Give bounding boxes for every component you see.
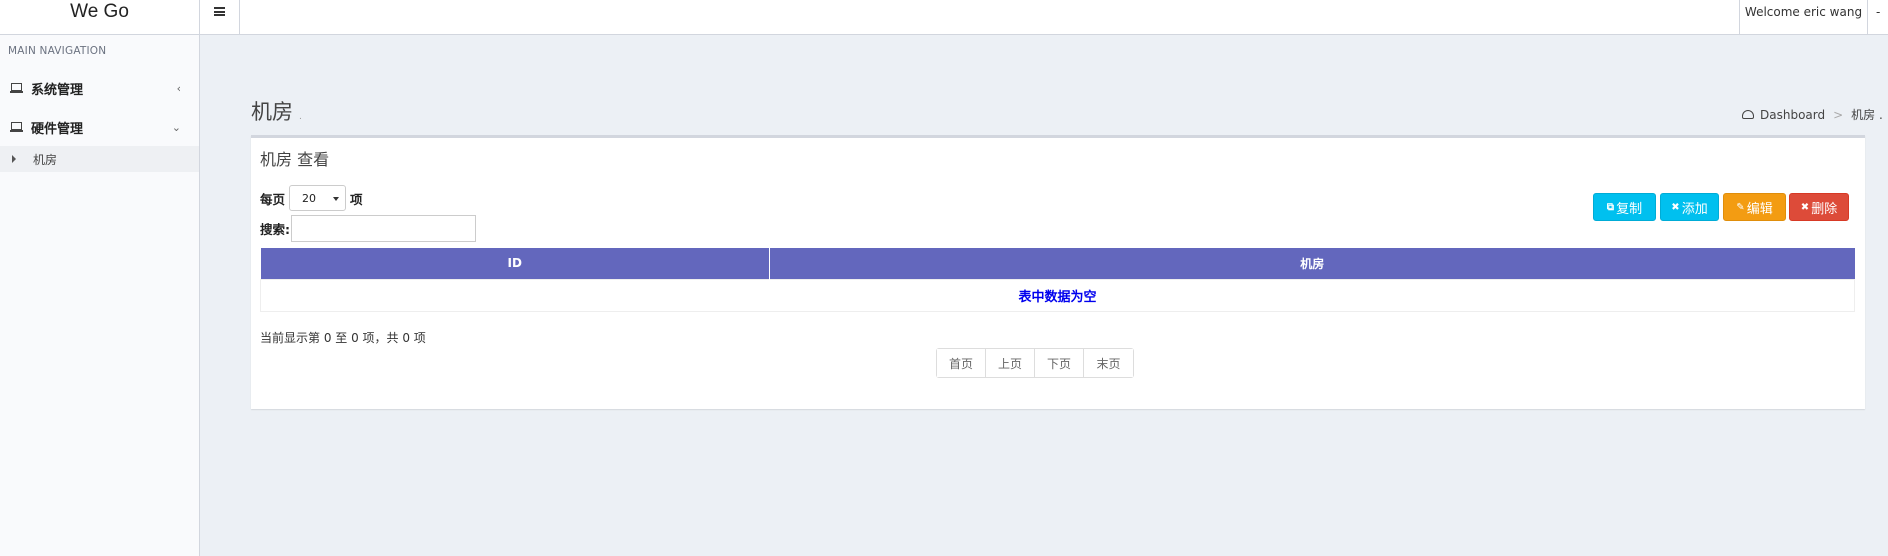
close-icon: ✖ [1800, 201, 1810, 213]
laptop-icon [10, 83, 23, 93]
hamburger-icon [214, 7, 225, 16]
table-info: 当前显示第 0 至 0 项，共 0 项 [260, 331, 426, 345]
laptop-icon [10, 122, 23, 132]
sidebar-item-label: 系统管理 [31, 82, 84, 98]
column-header-room[interactable]: 机房 [769, 248, 1855, 279]
nav-header: MAIN NAVIGATION [8, 45, 107, 57]
chevron-left-icon: ‹ [176, 81, 181, 95]
page-length-control: 每页 20 项 [260, 185, 363, 211]
table-header-row: ID 机房 [260, 248, 1855, 279]
edit-button[interactable]: ✎ 编辑 [1723, 193, 1786, 221]
page-title: 机房. [251, 96, 302, 126]
chevron-down-icon: ⌄ [171, 120, 181, 134]
page-subtitle: . [299, 112, 302, 122]
sidebar-item-label: 硬件管理 [31, 121, 84, 137]
dashboard-icon [1742, 110, 1754, 119]
close-icon: ✖ [1671, 201, 1680, 213]
box-title: 机房 查看 [260, 150, 330, 169]
sidebar-subitem-server-room[interactable]: 机房 [0, 146, 199, 172]
breadcrumb: Dashboard > 机房 . [1742, 106, 1883, 123]
sidebar-subitem-label: 机房 [33, 152, 58, 167]
page-length-prefix: 每页 [260, 191, 286, 207]
search-control: 搜索: [260, 215, 476, 242]
next-page-button[interactable]: 下页 [1035, 349, 1084, 377]
sidebar: MAIN NAVIGATION 系统管理 ‹ 硬件管理 ⌄ 机房 [0, 35, 200, 556]
copy-label: 复制 [1616, 201, 1643, 217]
data-table: ID 机房 表中数据为空 [260, 248, 1855, 312]
page-length-suffix: 项 [350, 191, 363, 207]
page-length-select[interactable]: 20 [289, 185, 347, 211]
prev-page-button[interactable]: 上页 [986, 349, 1035, 377]
copy-button[interactable]: ⧉ 复制 [1593, 193, 1656, 221]
breadcrumb-home-link[interactable]: Dashboard [1760, 108, 1825, 122]
app-logo[interactable]: We Go [0, 0, 200, 35]
sidebar-toggle-button[interactable] [200, 0, 240, 35]
sidebar-item-hardware-management[interactable]: 硬件管理 ⌄ [0, 112, 199, 142]
delete-button[interactable]: ✖ 删除 [1789, 193, 1849, 221]
column-header-id[interactable]: ID [260, 248, 770, 279]
search-label: 搜索: [260, 222, 290, 237]
page-length-value: 20 [302, 191, 317, 205]
pagination: 首页 上页 下页 末页 [936, 348, 1134, 378]
top-header: We Go Welcome eric wang - [0, 0, 1888, 35]
caret-right-icon [12, 155, 16, 163]
header-extra[interactable]: - [1876, 0, 1880, 24]
add-button[interactable]: ✖ 添加 [1660, 193, 1719, 221]
table-empty-message: 表中数据为空 [260, 278, 1855, 312]
user-menu[interactable]: Welcome eric wang [1739, 0, 1868, 35]
edit-icon: ✎ [1736, 201, 1745, 213]
breadcrumb-current: 机房 . [1851, 108, 1883, 122]
page-title-text: 机房 [251, 100, 293, 124]
search-input[interactable] [291, 215, 476, 242]
table-row: 表中数据为空 [260, 278, 1855, 312]
copy-icon: ⧉ [1606, 201, 1615, 213]
last-page-button[interactable]: 末页 [1084, 349, 1133, 377]
delete-label: 删除 [1811, 201, 1838, 217]
first-page-button[interactable]: 首页 [937, 349, 986, 377]
content-box: 机房 查看 每页 20 项 搜索: ⧉ 复制 ✖ 添加 ✎ 编辑 ✖ 删除 ID 机房 … [251, 135, 1865, 409]
sidebar-item-system-management[interactable]: 系统管理 ‹ [0, 73, 199, 103]
add-label: 添加 [1681, 201, 1708, 217]
breadcrumb-separator: > [1833, 107, 1844, 122]
edit-label: 编辑 [1746, 201, 1773, 217]
